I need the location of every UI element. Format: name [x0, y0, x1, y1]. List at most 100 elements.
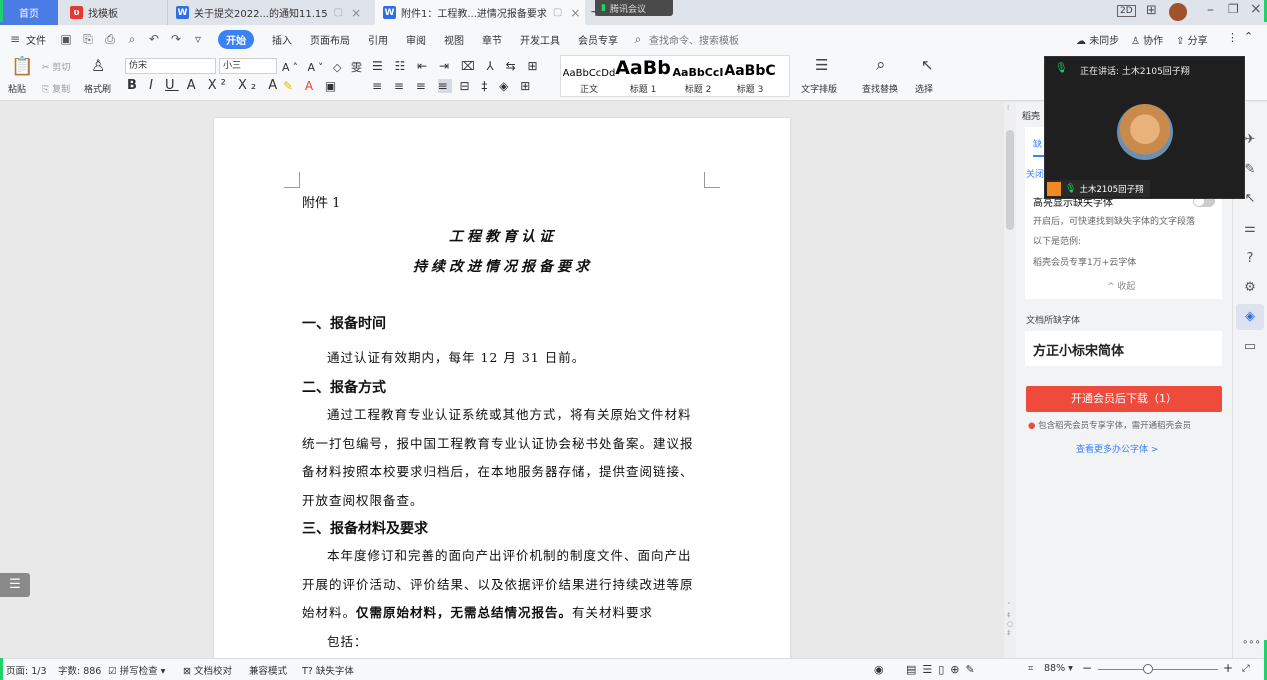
- text-layout-button[interactable]: 文字排版: [801, 82, 837, 95]
- more-fonts-link[interactable]: 查看更多办公字体 >: [1076, 442, 1158, 455]
- export-icon[interactable]: ⎘: [81, 32, 95, 46]
- menu-page-layout[interactable]: 页面布局: [310, 32, 350, 47]
- paste-button[interactable]: 粘贴: [8, 82, 26, 95]
- font-color-buttons[interactable]: ✎ A ▣: [283, 79, 340, 93]
- font-size-select[interactable]: 小三: [219, 58, 277, 74]
- undo-icon[interactable]: ↶: [147, 32, 161, 46]
- tab-home[interactable]: 首页: [0, 0, 58, 25]
- sync-status[interactable]: ☁ 未同步: [1076, 32, 1119, 47]
- menu-view[interactable]: 视图: [444, 32, 464, 47]
- para-materials-tail: 有关材料要求: [572, 605, 654, 620]
- print-icon[interactable]: ⎙: [103, 32, 117, 46]
- style-heading-2[interactable]: AaBbCcI 标题 2: [672, 57, 724, 95]
- style-normal[interactable]: AaBbCcDd 正文: [562, 57, 616, 95]
- copy-button[interactable]: ⎘ 复制: [42, 82, 70, 95]
- menu-review[interactable]: 审阅: [406, 32, 426, 47]
- help-icon[interactable]: ?: [1242, 251, 1258, 267]
- fullscreen-icon[interactable]: ⤢: [1242, 663, 1250, 674]
- paragraph-align-buttons[interactable]: ≡ ≡ ≡ ≡ ⊟ ‡ ◈ ⊞: [372, 79, 534, 93]
- menu-start[interactable]: 开始: [218, 29, 254, 49]
- paragraph-list-buttons[interactable]: ☰ ☷ ⇤ ⇥ ⌧ ⅄ ⇆ ⊞: [372, 59, 542, 73]
- missing-font-item[interactable]: 方正小标宋简体: [1025, 331, 1222, 366]
- text-layout-icon[interactable]: ☰: [815, 56, 828, 74]
- view-mode-icons[interactable]: ▤☰▯⊕✎: [906, 663, 981, 676]
- font-size-buttons[interactable]: A˄ A˅ ◇ 雯: [282, 59, 365, 75]
- sliders-icon[interactable]: ⚌: [1242, 221, 1258, 237]
- format-painter-icon[interactable]: ♙: [91, 56, 105, 75]
- customize-icon[interactable]: ▿: [191, 32, 205, 46]
- tab-notice[interactable]: W 关于提交2022...的通知11.15 ▢ ×: [167, 0, 374, 25]
- tencent-meeting-tag[interactable]: ▮ 腾讯会议: [595, 0, 673, 16]
- paste-icon[interactable]: 📋: [11, 56, 33, 77]
- menu-dev-tools[interactable]: 开发工具: [520, 32, 560, 47]
- document-page[interactable]: 附件 1 工程教育认证 持续改进情况报备要求 一、报备时间 通过认证有效期内，每…: [214, 118, 790, 658]
- book-icon[interactable]: ▭: [1242, 339, 1258, 355]
- font-name-select[interactable]: 仿宋: [125, 58, 216, 74]
- compat-mode: 兼容模式: [249, 666, 288, 677]
- zoom-out-icon[interactable]: −: [1082, 661, 1092, 675]
- eye-protect-icon[interactable]: ◉: [874, 663, 884, 676]
- comment-icon: ▢: [333, 7, 344, 18]
- select-button[interactable]: 选择: [915, 82, 933, 95]
- tab-templates[interactable]: ʋ 找模板: [62, 0, 166, 25]
- page-indicator[interactable]: 页面: 1/3: [6, 663, 47, 677]
- doc-title-line2: 持续改进情况报备要求: [413, 259, 593, 275]
- hamburger-icon[interactable]: ≡: [8, 32, 22, 46]
- font-panel-icon[interactable]: ◈: [1242, 309, 1258, 325]
- menu-insert[interactable]: 插入: [272, 32, 292, 47]
- zoom-in-icon[interactable]: +: [1223, 661, 1233, 675]
- tab-bar: 首页 ʋ 找模板 W 关于提交2022...的通知11.15 ▢ × W 附件1…: [0, 0, 1267, 25]
- zoom-level[interactable]: 88% ▾: [1044, 663, 1073, 674]
- word-count[interactable]: 字数: 886: [58, 663, 101, 677]
- meeting-video-overlay[interactable]: 🎙 正在讲话: 土木2105回子翔 🎙 土木2105回子翔: [1044, 56, 1245, 199]
- more-icon[interactable]: ⋮: [1227, 31, 1238, 44]
- vertical-scrollbar[interactable]: ⁞ ˅ ‡ ○ ‡: [1004, 102, 1016, 658]
- outline-toggle-button[interactable]: ☰: [0, 573, 30, 597]
- print-preview-icon[interactable]: ⌕: [125, 32, 139, 46]
- doc-proofread[interactable]: ⊠ 文档校对: [183, 663, 232, 677]
- command-search-input[interactable]: 查找命令、搜索模板: [649, 32, 739, 47]
- restore-icon[interactable]: ❐: [1228, 2, 1239, 16]
- menu-reference[interactable]: 引用: [368, 32, 388, 47]
- close-link[interactable]: 关闭: [1026, 167, 1044, 180]
- zoom-slider-thumb[interactable]: [1143, 664, 1153, 674]
- collapse-button[interactable]: ^ 收起: [1107, 279, 1135, 292]
- collapse-ribbon-icon[interactable]: ⌃: [1244, 30, 1253, 43]
- menu-member[interactable]: 会员专享: [578, 32, 618, 47]
- find-replace-icon[interactable]: ⌕: [876, 55, 886, 75]
- page-nav-icons[interactable]: ˅ ‡ ○ ‡: [1007, 602, 1013, 638]
- cursor-select-icon[interactable]: ↖: [921, 56, 934, 74]
- style-heading-3[interactable]: AaBbC 标题 3: [724, 57, 776, 95]
- menu-file[interactable]: 文件: [26, 32, 46, 47]
- redo-icon[interactable]: ↷: [169, 32, 183, 46]
- collapse-label: 收起: [1117, 282, 1136, 292]
- download-font-button[interactable]: 开通会员后下载（1）: [1026, 386, 1222, 412]
- user-avatar[interactable]: [1169, 3, 1187, 21]
- format-painter-button[interactable]: 格式刷: [84, 82, 111, 95]
- close-window-icon[interactable]: ×: [1250, 1, 1262, 17]
- scroll-up-icon[interactable]: ⁞: [1007, 104, 1009, 112]
- panel-tab-missing[interactable]: 缺: [1033, 137, 1042, 150]
- share-button[interactable]: ⇪ 分享: [1176, 32, 1208, 47]
- font-settings-icon[interactable]: ⚙: [1242, 280, 1258, 296]
- cut-button[interactable]: ✂ 剪切: [42, 60, 70, 73]
- close-tab-icon[interactable]: ×: [351, 6, 361, 20]
- grid-icon[interactable]: ⊞: [1146, 3, 1157, 18]
- spell-check[interactable]: ☑ 拼写检查 ▾: [108, 663, 165, 677]
- style-heading-1[interactable]: AaBb 标题 1: [615, 57, 671, 95]
- fit-page-icon[interactable]: ⌗: [1028, 663, 1033, 674]
- tab-attachment[interactable]: W 附件1：工程教...进情况报备要求 ▢ ×: [375, 0, 585, 25]
- more-tools-icon[interactable]: ∘∘∘: [1242, 635, 1261, 651]
- scrollbar-thumb[interactable]: [1006, 130, 1014, 230]
- find-replace-button[interactable]: 查找替换: [862, 82, 898, 95]
- minimize-icon[interactable]: –: [1207, 2, 1214, 18]
- two-d-badge[interactable]: 2D: [1117, 5, 1136, 17]
- save-icon[interactable]: ▣: [59, 32, 73, 46]
- zoom-slider-track[interactable]: [1098, 669, 1218, 670]
- menu-chapter[interactable]: 章节: [482, 32, 502, 47]
- close-tab-icon[interactable]: ×: [570, 6, 580, 20]
- sync-label: 未同步: [1089, 36, 1120, 47]
- font-format-buttons[interactable]: B I U A X² X₂ A: [127, 78, 281, 93]
- collab-button[interactable]: ♙ 协作: [1131, 32, 1163, 47]
- missing-font-status[interactable]: T? 缺失字体: [302, 663, 354, 677]
